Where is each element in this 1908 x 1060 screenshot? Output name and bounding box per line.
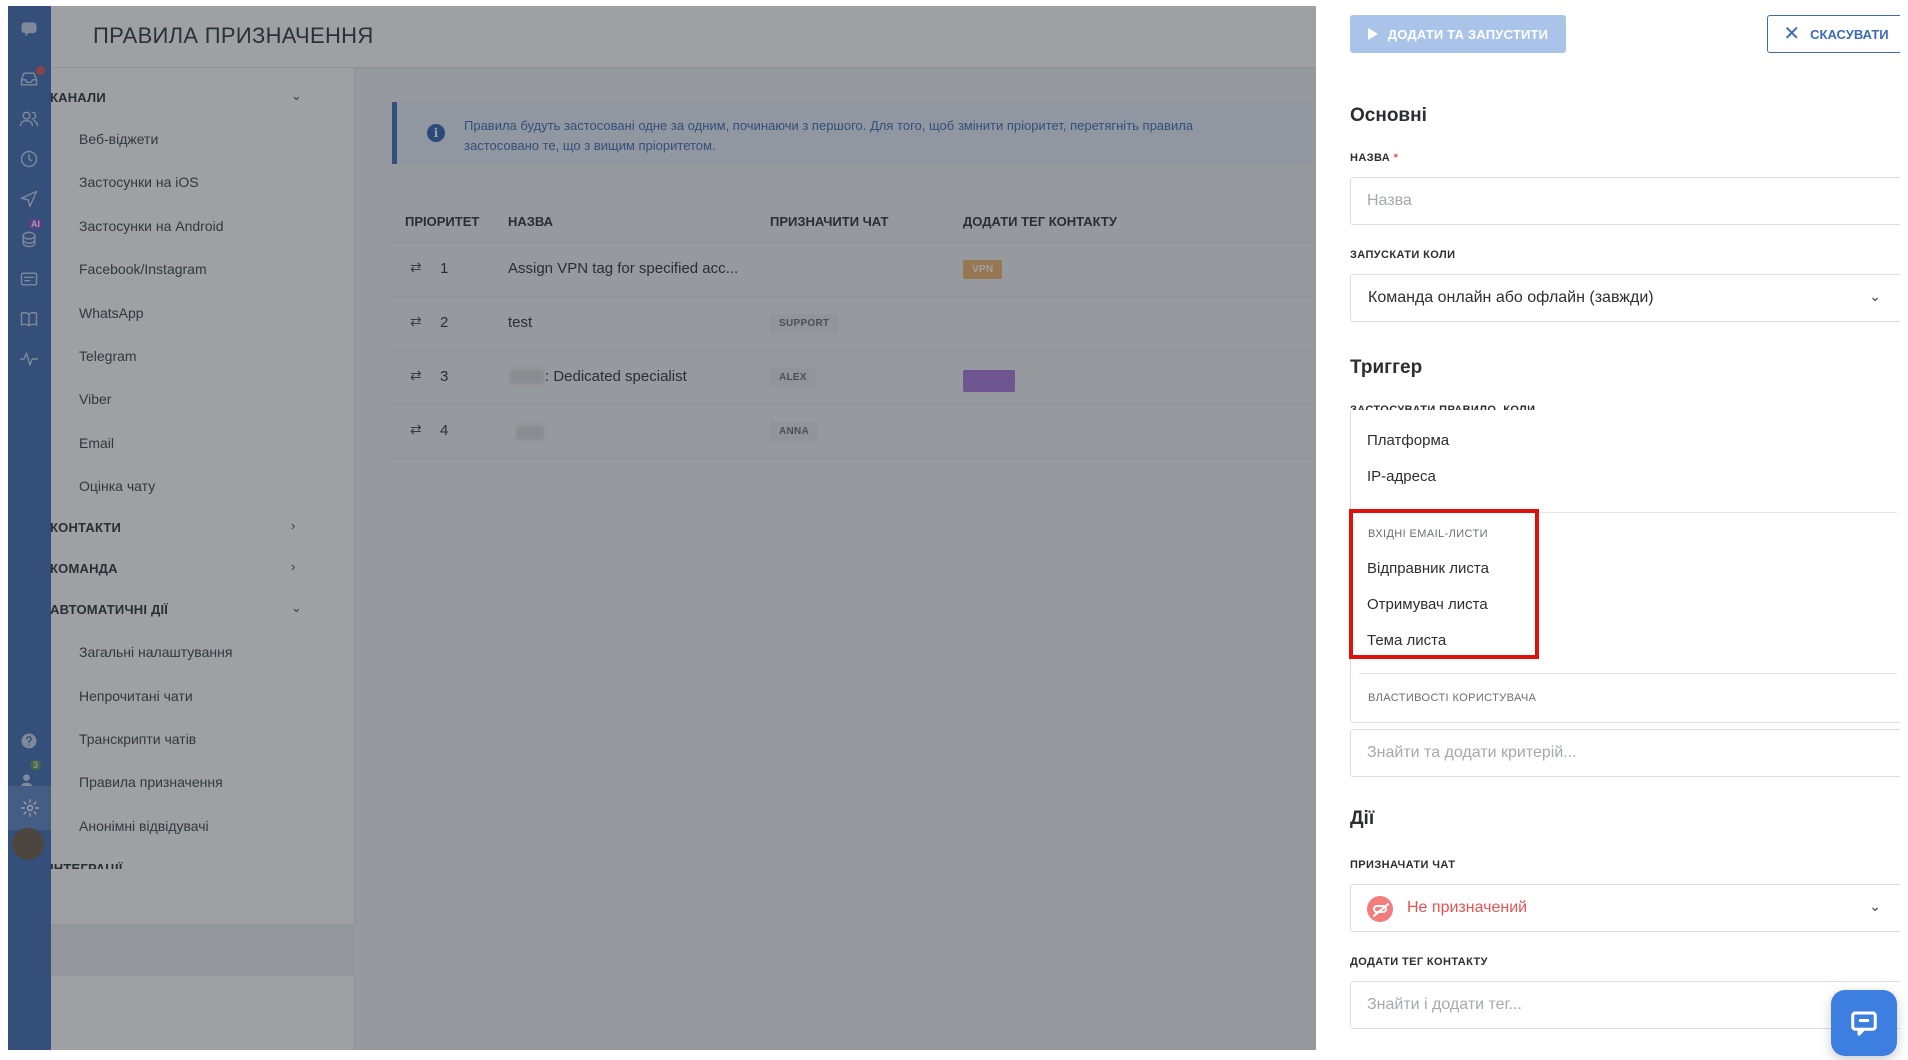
close-icon: ✕: [1783, 23, 1801, 45]
chat-support-button[interactable]: [1831, 990, 1897, 1056]
chevron-down-icon: ⌄: [1869, 288, 1881, 304]
option-ip-address[interactable]: IP-адреса: [1367, 468, 1436, 485]
section-title-basic: Основні: [1350, 105, 1427, 126]
add-and-run-label: ДОДАТИ ТА ЗАПУСТИТИ: [1387, 26, 1549, 42]
tag-search-input[interactable]: Знайти і додати тег...: [1350, 981, 1900, 1029]
name-input[interactable]: Назва: [1350, 177, 1900, 225]
run-when-select[interactable]: Команда онлайн або офлайн (завжди) ⌄: [1350, 274, 1900, 322]
run-when-value: Команда онлайн або офлайн (завжди): [1368, 289, 1654, 306]
name-label: НАЗВА *: [1350, 152, 1398, 164]
assign-chat-label: ПРИЗНАЧАТИ ЧАТ: [1350, 859, 1456, 871]
play-icon: [1367, 28, 1378, 40]
assign-chat-select[interactable]: Не призначений ⌄: [1350, 884, 1900, 932]
name-placeholder: Назва: [1367, 192, 1412, 209]
criteria-placeholder: Знайти та додати критерій...: [1367, 744, 1577, 761]
section-title-trigger: Триггер: [1350, 357, 1423, 378]
dropdown-divider: [1359, 673, 1897, 674]
name-label-text: НАЗВА: [1350, 152, 1391, 164]
app-window: AI 3 ПРАВИЛА ПРИЗНАЧЕННЯ КАНАЛИ ⌄ Веб-ві…: [8, 6, 1900, 1050]
assign-chat-value: Не призначений: [1407, 899, 1528, 916]
add-and-run-button[interactable]: ДОДАТИ ТА ЗАПУСТИТИ: [1350, 15, 1566, 53]
modal-backdrop[interactable]: [8, 6, 1316, 1050]
cancel-label: СКАСУВАТИ: [1810, 26, 1889, 42]
criteria-search-input[interactable]: Знайти та додати критерій...: [1350, 729, 1900, 777]
add-tag-label: ДОДАТИ ТЕГ КОНТАКТУ: [1350, 956, 1488, 968]
chevron-down-icon: ⌄: [1869, 898, 1881, 914]
highlight-box: [1349, 509, 1539, 659]
chat-icon: [1851, 1011, 1877, 1036]
cancel-button[interactable]: ✕ СКАСУВАТИ: [1767, 15, 1900, 53]
option-platform[interactable]: Платформа: [1367, 432, 1449, 449]
group-user-properties: ВЛАСТИВОСТІ КОРИСТУВАЧА: [1368, 692, 1537, 704]
required-marker: *: [1393, 152, 1399, 164]
unassigned-icon: [1367, 896, 1393, 922]
tag-placeholder: Знайти і додати тег...: [1367, 996, 1522, 1013]
section-title-actions: Дії: [1350, 808, 1375, 829]
run-when-label: ЗАПУСКАТИ КОЛИ: [1350, 249, 1456, 261]
